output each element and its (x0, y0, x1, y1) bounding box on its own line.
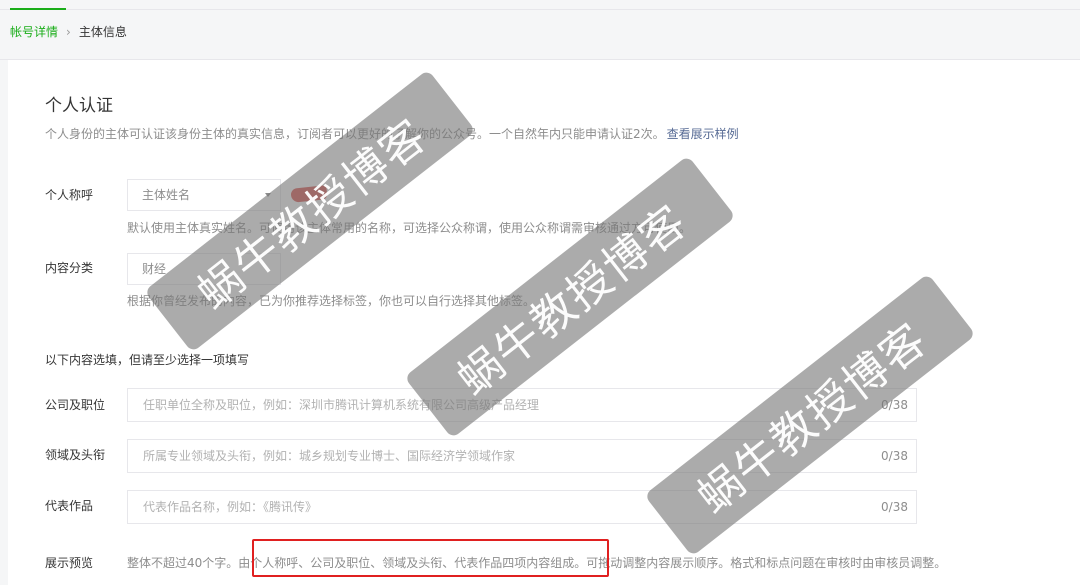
personal-title-value: 主体姓名 (142, 188, 191, 202)
field-title-label: 领域及头衔 (45, 448, 106, 462)
representative-work-placeholder: 代表作品名称，例如：《腾讯传》 (143, 500, 318, 514)
top-divider (0, 9, 1080, 10)
active-tab-indicator (10, 8, 66, 10)
top-bar: 帐号详情 › 主体信息 (0, 0, 1080, 60)
breadcrumb-current: 主体信息 (78, 25, 127, 39)
breadcrumb: 帐号详情 › 主体信息 (10, 24, 127, 40)
breadcrumb-account-details[interactable]: 帐号详情 (10, 24, 58, 40)
optional-fields-note: 以下内容选填，但请至少选择一项填写 (45, 353, 250, 367)
representative-work-label: 代表作品 (45, 499, 94, 513)
personal-title-label: 个人称呼 (45, 188, 94, 202)
chevron-right-icon: › (66, 25, 71, 39)
representative-work-counter: 0/38 (881, 500, 908, 514)
company-position-label: 公司及职位 (45, 398, 106, 412)
highlight-annotation (252, 539, 609, 577)
preview-label: 展示预览 (45, 556, 94, 570)
content-category-label: 内容分类 (45, 261, 94, 275)
field-title-placeholder: 所属专业领域及头衔，例如：城乡规划专业博士、国际经济学领域作家 (143, 449, 516, 463)
field-title-counter: 0/38 (881, 449, 908, 463)
content-category-value: 财经 (142, 262, 167, 276)
page-title: 个人认证 (45, 96, 113, 116)
representative-work-input[interactable]: 代表作品名称，例如：《腾讯传》 0/38 (127, 490, 917, 524)
view-example-link[interactable]: 查看展示样例 (667, 127, 739, 141)
